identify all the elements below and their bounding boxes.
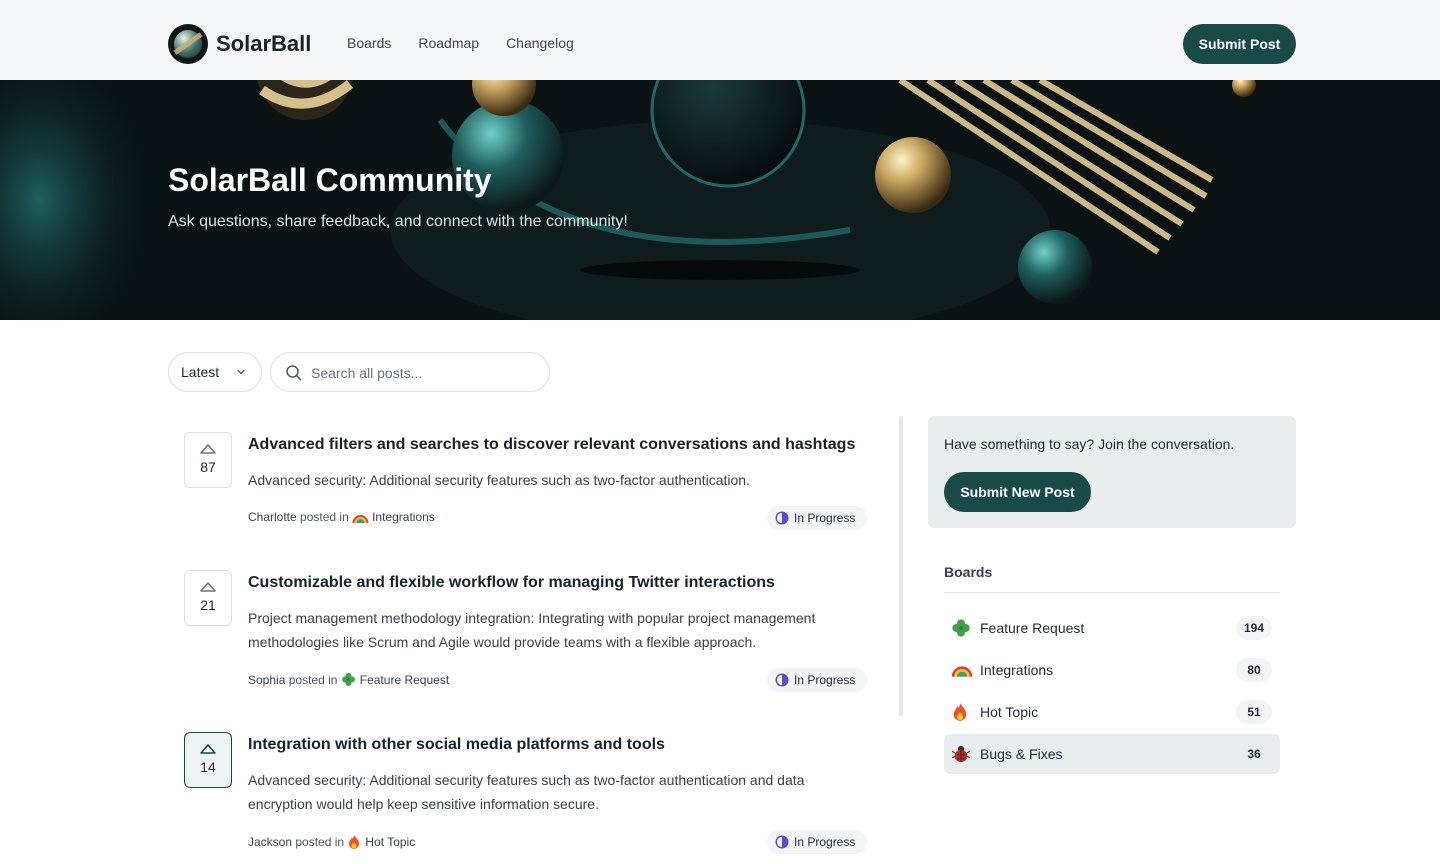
board-count-badge: 51 bbox=[1236, 700, 1272, 724]
board-item-bugs-fixes[interactable]: Bugs & Fixes 36 bbox=[944, 734, 1280, 774]
upvote-arrow-icon bbox=[200, 444, 216, 454]
board-item-hot-topic[interactable]: Hot Topic 51 bbox=[944, 692, 1280, 732]
post-board-name: Feature Request bbox=[359, 672, 450, 687]
board-item-feature-request[interactable]: Feature Request 194 bbox=[944, 608, 1280, 648]
in-progress-icon bbox=[775, 673, 789, 687]
fire-icon bbox=[349, 835, 360, 849]
brand-name: SolarBall bbox=[216, 31, 312, 56]
posted-in-text: posted in bbox=[295, 835, 345, 849]
hero-subtitle: Ask questions, share feedback, and conne… bbox=[168, 213, 628, 230]
join-conversation-card: Have something to say? Join the conversa… bbox=[928, 416, 1296, 528]
post-board-name: Hot Topic bbox=[365, 835, 416, 849]
board-name: Hot Topic bbox=[980, 704, 1039, 720]
search-icon bbox=[286, 365, 302, 381]
board-count-badge: 194 bbox=[1235, 616, 1272, 640]
board-count-badge: 80 bbox=[1236, 658, 1272, 682]
nav-roadmap-link[interactable]: Roadmap bbox=[418, 35, 479, 51]
post-excerpt: Advanced security: Additional security f… bbox=[248, 772, 805, 812]
main-nav: Boards Roadmap Changelog bbox=[347, 35, 601, 51]
clover-icon bbox=[341, 673, 355, 686]
boards-heading: Boards bbox=[944, 564, 993, 580]
boards-divider bbox=[944, 592, 1280, 593]
in-progress-icon bbox=[775, 511, 789, 525]
status-label: In Progress bbox=[794, 511, 856, 525]
post-title[interactable]: Integration with other social media plat… bbox=[248, 736, 878, 754]
board-name: Integrations bbox=[980, 662, 1054, 678]
in-progress-icon bbox=[775, 835, 789, 849]
content-divider-scrollbar[interactable] bbox=[899, 416, 903, 716]
post-title[interactable]: Customizable and flexible workflow for m… bbox=[248, 574, 878, 592]
status-badge: In Progress bbox=[767, 830, 868, 854]
submit-new-post-button[interactable]: Submit New Post bbox=[944, 472, 1091, 512]
upvote-button[interactable]: 87 bbox=[184, 432, 232, 488]
vote-count: 87 bbox=[200, 459, 216, 475]
hero-background-art bbox=[0, 80, 1440, 320]
top-navigation-bar: SolarBall Boards Roadmap Changelog Submi… bbox=[0, 0, 1440, 80]
upvote-arrow-icon bbox=[200, 744, 216, 754]
submit-post-button[interactable]: Submit Post bbox=[1183, 24, 1296, 64]
status-label: In Progress bbox=[794, 673, 856, 687]
solarball-logo-icon bbox=[168, 24, 208, 64]
nav-changelog-link[interactable]: Changelog bbox=[506, 35, 574, 51]
nav-boards-link[interactable]: Boards bbox=[347, 35, 391, 51]
board-name: Feature Request bbox=[980, 620, 1085, 636]
posted-in-text: posted in bbox=[288, 672, 338, 687]
hero-title: SolarBall Community bbox=[168, 162, 492, 198]
ladybug-icon bbox=[951, 745, 971, 763]
board-name: Bugs & Fixes bbox=[980, 746, 1063, 762]
rainbow-icon bbox=[352, 515, 369, 524]
post-excerpt: Project management methodology integrati… bbox=[248, 610, 816, 650]
post-excerpt: Advanced security: Additional security f… bbox=[248, 472, 750, 488]
board-item-integrations[interactable]: Integrations 80 bbox=[944, 650, 1280, 690]
post-meta: Sophia posted in Feature Request bbox=[248, 672, 449, 687]
search-input[interactable] bbox=[311, 362, 531, 384]
upvote-button[interactable]: 21 bbox=[184, 570, 232, 626]
sort-dropdown[interactable]: Latest bbox=[168, 352, 262, 392]
post-board-name: Integrations bbox=[372, 510, 435, 524]
post-author[interactable]: Jackson bbox=[248, 835, 292, 849]
post-meta: Charlotte posted in Integrations bbox=[248, 510, 435, 524]
sort-dropdown-label: Latest bbox=[181, 364, 220, 380]
hero-banner: SolarBall Community Ask questions, share… bbox=[0, 80, 1440, 320]
upvote-button[interactable]: 14 bbox=[184, 732, 232, 788]
status-label: In Progress bbox=[794, 835, 856, 849]
vote-count: 21 bbox=[200, 597, 216, 613]
status-badge: In Progress bbox=[767, 668, 868, 692]
rainbow-icon bbox=[951, 666, 973, 678]
upvote-arrow-icon bbox=[200, 582, 216, 592]
post-board-link[interactable]: Integrations bbox=[352, 510, 435, 524]
post-meta: Jackson posted in Hot Topic bbox=[248, 834, 415, 850]
search-box bbox=[270, 352, 550, 392]
post-board-link[interactable]: Feature Request bbox=[341, 672, 449, 687]
posted-in-text: posted in bbox=[300, 510, 349, 524]
cta-text: Have something to say? Join the conversa… bbox=[944, 436, 1235, 452]
status-badge: In Progress bbox=[767, 506, 868, 530]
brand[interactable]: SolarBall bbox=[168, 24, 311, 64]
post-author[interactable]: Charlotte bbox=[248, 510, 297, 524]
chevron-down-icon bbox=[237, 369, 245, 375]
vote-count: 14 bbox=[200, 759, 216, 775]
post-title[interactable]: Advanced filters and searches to discove… bbox=[248, 436, 878, 454]
clover-icon bbox=[952, 619, 970, 637]
fire-icon bbox=[953, 703, 967, 721]
post-board-link[interactable]: Hot Topic bbox=[347, 834, 415, 850]
board-count-badge: 36 bbox=[1236, 742, 1272, 766]
post-author[interactable]: Sophia bbox=[248, 673, 285, 687]
